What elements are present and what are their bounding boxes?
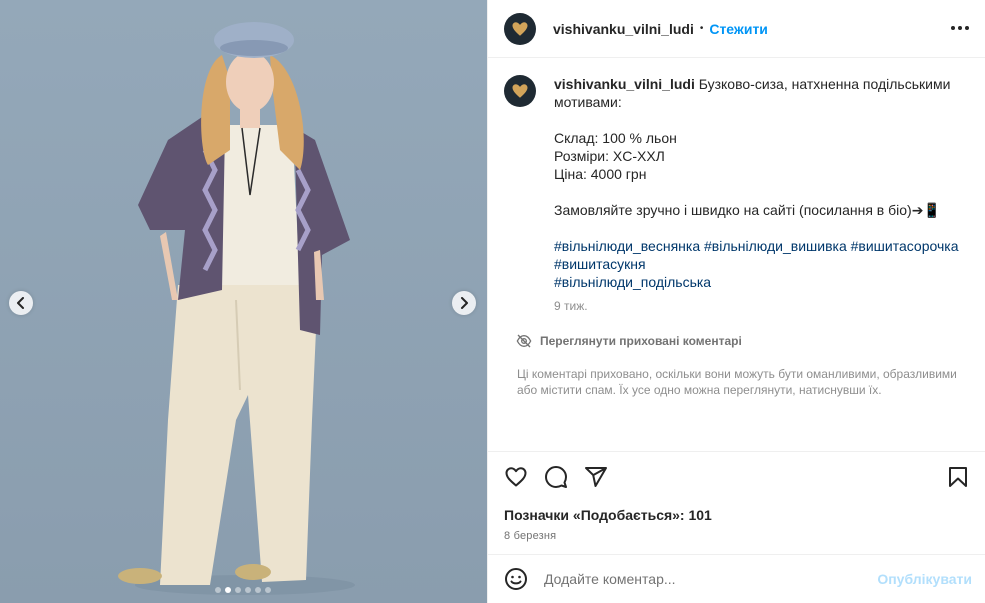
view-hidden-comments-button[interactable]: Переглянути приховані коментарі	[516, 334, 970, 348]
carousel-dot	[215, 587, 221, 593]
share-button[interactable]	[584, 465, 608, 489]
heart-icon	[505, 467, 527, 487]
comments-area: vishivanku_vilni_ludi Бузково-сиза, натх…	[488, 59, 985, 451]
hidden-comments-label: Переглянути приховані коментарі	[540, 334, 742, 348]
carousel-dot	[235, 587, 241, 593]
like-button[interactable]	[504, 465, 528, 489]
hashtag-link[interactable]: #вишитасорочка	[851, 238, 959, 254]
post-actions: Позначки «Подобається»: 101 8 березня	[488, 451, 985, 542]
hashtag-link[interactable]: #вишитасукня	[554, 256, 646, 272]
chevron-left-icon	[17, 297, 24, 309]
chevron-right-icon	[461, 297, 468, 309]
post-media[interactable]	[0, 0, 487, 603]
share-icon	[585, 467, 607, 487]
emoji-icon	[505, 568, 527, 590]
post-side-panel: vishivanku_vilni_ludi • Стежити vishivan…	[487, 0, 985, 603]
bookmark-icon	[949, 467, 967, 487]
caption-time[interactable]: 9 тиж.	[554, 297, 969, 315]
caption: vishivanku_vilni_ludi Бузково-сиза, натх…	[504, 75, 970, 315]
comment-button[interactable]	[544, 465, 568, 489]
follow-button[interactable]: Стежити	[709, 21, 768, 37]
more-options-button[interactable]	[950, 18, 970, 38]
post-date[interactable]: 8 березня	[504, 530, 970, 542]
action-icon-row	[504, 452, 970, 502]
caption-line: Ціна: 4000 грн	[554, 166, 647, 182]
likes-count[interactable]: Позначки «Подобається»: 101	[504, 507, 970, 523]
hashtag-link[interactable]: #вільнілюди_вишивка	[704, 238, 847, 254]
carousel-dots	[215, 587, 271, 593]
add-comment-bar: Опублікувати	[488, 554, 985, 603]
heart-logo-icon	[512, 84, 528, 98]
comment-icon	[545, 466, 567, 488]
caption-line: Розміри: XC-XXЛ	[554, 148, 665, 164]
heart-logo-icon	[512, 21, 528, 36]
separator-dot: •	[699, 23, 704, 34]
eye-off-icon	[516, 334, 532, 348]
save-button[interactable]	[946, 465, 970, 489]
caption-line: Склад: 100 % льон	[554, 130, 677, 146]
avatar[interactable]	[504, 12, 536, 45]
carousel-dot	[255, 587, 261, 593]
post-username[interactable]: vishivanku_vilni_ludi	[553, 21, 694, 37]
carousel-next-button[interactable]	[452, 291, 476, 315]
caption-line: Замовляйте зручно і швидко на сайті (пос…	[554, 202, 941, 218]
caption-username[interactable]: vishivanku_vilni_ludi	[554, 76, 695, 92]
hashtag-link[interactable]: #вільнілюди_подільська	[554, 274, 711, 290]
caption-avatar[interactable]	[504, 75, 536, 107]
post-photo	[0, 0, 487, 603]
publish-button[interactable]: Опублікувати	[877, 571, 972, 587]
more-icon	[951, 26, 969, 30]
hashtag-link[interactable]: #вільнілюди_веснянка	[554, 238, 700, 254]
carousel-dot-active	[225, 587, 231, 593]
carousel-dot	[265, 587, 271, 593]
hidden-comments-note: Ці коментарі приховано, оскільки вони мо…	[517, 367, 957, 397]
caption-text: vishivanku_vilni_ludi Бузково-сиза, натх…	[554, 75, 969, 315]
emoji-button[interactable]	[504, 567, 528, 591]
post-header: vishivanku_vilni_ludi • Стежити	[488, 0, 985, 58]
carousel-prev-button[interactable]	[9, 291, 33, 315]
carousel-dot	[245, 587, 251, 593]
comment-input[interactable]	[544, 571, 878, 587]
